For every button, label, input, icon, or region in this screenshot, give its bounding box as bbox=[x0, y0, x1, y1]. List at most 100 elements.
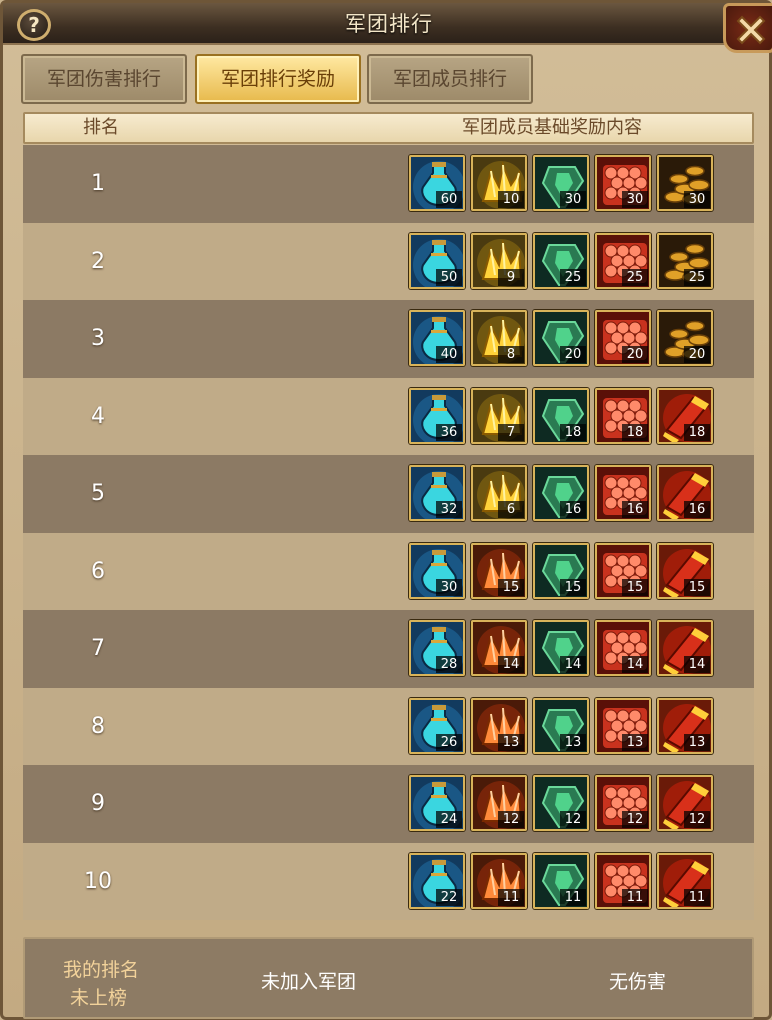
tab-guild-member-ranking[interactable]: 军团成员排行 bbox=[367, 54, 533, 104]
reward-item[interactable]: 30 bbox=[409, 542, 465, 599]
reward-item[interactable]: 20 bbox=[657, 310, 713, 366]
item-quantity: 26 bbox=[436, 733, 462, 751]
item-quantity: 11 bbox=[684, 888, 710, 906]
reward-item[interactable]: 13 bbox=[595, 697, 651, 754]
table-row: 3 40 8 20 20 20 bbox=[23, 300, 754, 378]
reward-item[interactable]: 50 bbox=[409, 232, 465, 289]
reward-item[interactable]: 14 bbox=[595, 620, 651, 676]
reward-item[interactable]: 24 bbox=[409, 775, 465, 831]
item-quantity: 18 bbox=[684, 423, 710, 441]
header-rank: 排名 bbox=[83, 117, 119, 138]
item-quantity: 13 bbox=[684, 733, 710, 751]
reward-list[interactable]: 1 60 10 30 30 30 2 50 9 25 25 25 3 40 8 20 20 20 4 36 7 18 18 1… bbox=[23, 145, 754, 920]
item-quantity: 36 bbox=[436, 423, 462, 441]
reward-item[interactable]: 18 bbox=[533, 387, 589, 444]
title-bar: 军团排行 ? bbox=[3, 3, 772, 45]
rank-number: 8 bbox=[91, 713, 105, 739]
reward-item[interactable]: 36 bbox=[409, 387, 465, 444]
reward-item[interactable]: 30 bbox=[657, 155, 713, 211]
table-row: 2 50 9 25 25 25 bbox=[23, 222, 754, 300]
reward-item[interactable]: 32 bbox=[409, 465, 465, 521]
reward-item[interactable]: 26 bbox=[409, 697, 465, 754]
item-quantity: 12 bbox=[684, 811, 710, 828]
reward-item[interactable]: 15 bbox=[595, 542, 651, 599]
reward-item[interactable]: 14 bbox=[533, 620, 589, 676]
reward-item[interactable]: 40 bbox=[409, 310, 465, 366]
reward-item[interactable]: 8 bbox=[471, 310, 527, 366]
rank-number: 4 bbox=[91, 403, 105, 429]
item-quantity: 12 bbox=[498, 811, 524, 828]
item-quantity: 15 bbox=[684, 578, 710, 596]
item-quantity: 14 bbox=[684, 656, 710, 673]
item-quantity: 30 bbox=[622, 191, 648, 208]
reward-item[interactable]: 15 bbox=[533, 542, 589, 599]
reward-item[interactable]: 14 bbox=[471, 620, 527, 676]
reward-item[interactable]: 14 bbox=[657, 620, 713, 676]
reward-item[interactable]: 16 bbox=[533, 465, 589, 521]
reward-item[interactable]: 20 bbox=[595, 310, 651, 366]
reward-item[interactable]: 7 bbox=[471, 387, 527, 444]
window-title: 军团排行 bbox=[345, 12, 433, 36]
item-quantity: 60 bbox=[436, 191, 462, 208]
reward-item[interactable]: 60 bbox=[409, 155, 465, 211]
reward-item[interactable]: 12 bbox=[533, 775, 589, 831]
reward-item[interactable]: 12 bbox=[595, 775, 651, 831]
help-button[interactable]: ? bbox=[17, 9, 51, 41]
reward-item[interactable]: 11 bbox=[533, 852, 589, 909]
reward-item[interactable]: 16 bbox=[657, 465, 713, 521]
reward-item[interactable]: 12 bbox=[657, 775, 713, 831]
reward-item[interactable]: 10 bbox=[471, 155, 527, 211]
item-quantity: 14 bbox=[560, 656, 586, 673]
reward-item[interactable]: 9 bbox=[471, 232, 527, 289]
item-quantity: 8 bbox=[498, 346, 524, 363]
item-quantity: 20 bbox=[684, 346, 710, 363]
rank-number: 3 bbox=[91, 326, 105, 351]
item-quantity: 7 bbox=[498, 423, 524, 441]
reward-item[interactable]: 16 bbox=[595, 465, 651, 521]
reward-item[interactable]: 25 bbox=[595, 232, 651, 289]
leaderboard-panel: 军团排行 ? 军团伤害排行 军团排行奖励 军团成员排行 排名 军团成员基础奖励内… bbox=[0, 0, 772, 1020]
item-quantity: 15 bbox=[622, 578, 648, 596]
item-quantity: 11 bbox=[622, 888, 648, 906]
reward-item[interactable]: 11 bbox=[595, 852, 651, 909]
reward-item[interactable]: 28 bbox=[409, 620, 465, 676]
item-quantity: 15 bbox=[560, 578, 586, 596]
close-button[interactable] bbox=[723, 3, 772, 53]
reward-item[interactable]: 25 bbox=[657, 232, 713, 289]
reward-item[interactable]: 13 bbox=[471, 697, 527, 754]
item-quantity: 24 bbox=[436, 811, 462, 828]
reward-item[interactable]: 11 bbox=[657, 852, 713, 909]
item-quantity: 20 bbox=[622, 346, 648, 363]
guild-status: 未加入军团 bbox=[261, 971, 357, 993]
item-quantity: 50 bbox=[436, 268, 462, 286]
reward-item[interactable]: 25 bbox=[533, 232, 589, 289]
reward-item[interactable]: 12 bbox=[471, 775, 527, 831]
item-quantity: 16 bbox=[684, 501, 710, 518]
close-icon bbox=[736, 15, 766, 45]
reward-item[interactable]: 30 bbox=[533, 155, 589, 211]
item-quantity: 30 bbox=[684, 191, 710, 208]
rank-number: 10 bbox=[84, 868, 112, 894]
reward-item[interactable]: 18 bbox=[595, 387, 651, 444]
tab-guild-damage-ranking[interactable]: 军团伤害排行 bbox=[21, 54, 187, 104]
reward-item[interactable]: 30 bbox=[595, 155, 651, 211]
rank-number: 1 bbox=[91, 171, 105, 196]
item-quantity: 16 bbox=[560, 501, 586, 518]
reward-item[interactable]: 18 bbox=[657, 387, 713, 444]
item-quantity: 22 bbox=[436, 888, 462, 906]
reward-item[interactable]: 6 bbox=[471, 465, 527, 521]
item-quantity: 11 bbox=[560, 888, 586, 906]
tab-guild-ranking-rewards[interactable]: 军团排行奖励 bbox=[195, 54, 361, 104]
reward-item[interactable]: 13 bbox=[657, 697, 713, 754]
reward-item[interactable]: 13 bbox=[533, 697, 589, 754]
reward-item[interactable]: 22 bbox=[409, 852, 465, 909]
table-row: 4 36 7 18 18 18 bbox=[23, 377, 754, 455]
item-quantity: 9 bbox=[498, 268, 524, 286]
reward-item[interactable]: 20 bbox=[533, 310, 589, 366]
reward-item[interactable]: 11 bbox=[471, 852, 527, 909]
reward-item[interactable]: 15 bbox=[657, 542, 713, 599]
item-quantity: 14 bbox=[498, 656, 524, 673]
reward-item[interactable]: 15 bbox=[471, 542, 527, 599]
item-quantity: 30 bbox=[560, 191, 586, 208]
item-quantity: 13 bbox=[622, 733, 648, 751]
